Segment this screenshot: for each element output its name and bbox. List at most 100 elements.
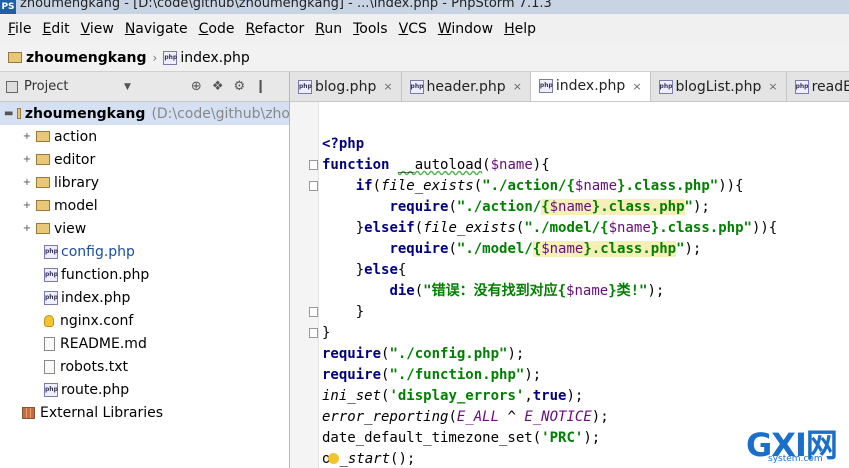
menu-tools[interactable]: Tools	[349, 21, 392, 37]
code-token: }.class.php"	[650, 220, 752, 236]
code-token: $name	[549, 199, 592, 215]
code-token: $name	[566, 283, 609, 299]
tree-folder-action[interactable]: + action	[0, 125, 289, 148]
intention-bulb-icon[interactable]	[328, 452, 340, 464]
code-token: function	[322, 157, 390, 173]
expand-icon[interactable]: +	[22, 200, 32, 211]
menu-vcs[interactable]: VCS	[395, 21, 431, 37]
title-bar: PS zhoumengkang - [D:\code\github\zhoume…	[0, 0, 849, 14]
tree-external-libraries[interactable]: External Libraries	[0, 401, 289, 424]
close-icon[interactable]: ×	[768, 80, 777, 93]
code-token: {	[541, 199, 550, 215]
breadcrumb-separator: ›	[152, 50, 158, 65]
breadcrumb-project[interactable]: zhoumengkang	[26, 50, 147, 66]
tree-folder-editor[interactable]: + editor	[0, 148, 289, 171]
phpstorm-app-icon[interactable]: PS	[0, 0, 16, 14]
tree-file-route-php[interactable]: php route.php	[0, 378, 289, 401]
expand-icon[interactable]: +	[22, 223, 32, 234]
editor-gutter[interactable]	[290, 102, 318, 468]
tree-folder-view[interactable]: + view	[0, 217, 289, 240]
watermark-subtext: system.com	[768, 454, 823, 464]
php-file-icon: php	[44, 267, 58, 282]
code-token: require	[322, 346, 382, 362]
file-name: route.php	[61, 381, 130, 398]
code-token: elseif	[364, 220, 415, 236]
tree-folder-library[interactable]: + library	[0, 171, 289, 194]
tab-readb[interactable]: php readB	[787, 72, 849, 101]
tab-bloglist-php[interactable]: php blogList.php ×	[651, 72, 787, 101]
text-file-icon	[44, 336, 55, 351]
tab-blog-php[interactable]: php blog.php ×	[290, 72, 402, 101]
gear-icon[interactable]: ⚙	[233, 79, 245, 94]
code-token: "./action/	[456, 199, 542, 215]
menu-code[interactable]: Code	[195, 21, 239, 37]
gutter-separator	[318, 102, 319, 468]
folder-icon	[36, 154, 50, 165]
code-token: file_exists	[381, 178, 474, 194]
code-token: "./action/{	[482, 178, 575, 194]
menu-navigate[interactable]: Navigate	[121, 21, 192, 37]
code-text[interactable]: <?php function __autoload($name){ if(fil…	[322, 134, 777, 468]
fold-marker-icon[interactable]	[309, 328, 318, 338]
tree-root-zhoumengkang[interactable]: ▬ zhoumengkang (D:\code\github\zho	[0, 102, 289, 125]
expand-icon[interactable]: +	[22, 131, 32, 142]
tree-file-robots-txt[interactable]: robots.txt	[0, 355, 289, 378]
folder-name: model	[54, 197, 98, 214]
code-token: }.class.php	[591, 199, 685, 215]
tree-file-nginx-conf[interactable]: nginx.conf	[0, 309, 289, 332]
file-name: function.php	[61, 266, 150, 283]
folder-icon	[36, 223, 50, 234]
expand-icon[interactable]: +	[22, 154, 32, 165]
code-token: "./function.php"	[389, 367, 525, 383]
fold-marker-icon[interactable]	[309, 307, 318, 317]
file-name: robots.txt	[60, 358, 128, 375]
fold-marker-icon[interactable]	[309, 181, 318, 191]
tab-label: blogList.php	[675, 78, 762, 95]
locate-icon[interactable]: ⊕	[191, 79, 202, 94]
code-token: _start	[339, 451, 391, 467]
menu-run[interactable]: Run	[311, 21, 346, 37]
close-icon[interactable]: ×	[513, 80, 522, 93]
folder-icon	[8, 52, 22, 63]
chevron-down-icon[interactable]: ▼	[124, 82, 131, 92]
code-token: true	[532, 388, 567, 404]
tab-label: readB	[811, 78, 849, 95]
tree-file-index-php[interactable]: php index.php	[0, 286, 289, 309]
menu-file[interactable]: File	[4, 21, 35, 37]
collapse-arrow-icon[interactable]: ▬	[4, 108, 13, 119]
code-token: {	[532, 241, 542, 257]
code-token: require	[322, 367, 382, 383]
tree-folder-model[interactable]: + model	[0, 194, 289, 217]
collapse-icon[interactable]: ❖	[212, 79, 224, 94]
menu-help[interactable]: Help	[500, 21, 540, 37]
hide-panel-icon[interactable]: ❙	[255, 79, 266, 94]
code-token: else	[364, 262, 398, 278]
menu-view[interactable]: View	[77, 21, 118, 37]
expand-icon[interactable]: +	[22, 177, 32, 188]
tab-index-php[interactable]: php index.php ×	[530, 72, 651, 101]
text-file-icon	[44, 359, 55, 374]
code-token: ini_set	[322, 388, 382, 404]
menu-refactor[interactable]: Refactor	[241, 21, 308, 37]
project-view-label[interactable]: Project	[24, 79, 124, 94]
tab-header-php[interactable]: php header.php ×	[402, 72, 531, 101]
code-token: require	[389, 241, 449, 257]
code-token: }.class.php"	[617, 178, 719, 194]
breadcrumb-file[interactable]: index.php	[180, 50, 249, 66]
fold-marker-icon[interactable]	[309, 160, 318, 170]
tree-file-readme-md[interactable]: README.md	[0, 332, 289, 355]
menu-edit[interactable]: Edit	[38, 21, 73, 37]
close-icon[interactable]: ×	[383, 80, 392, 93]
code-token: E_NOTICE	[524, 409, 592, 425]
folder-name: editor	[54, 151, 96, 168]
close-icon[interactable]: ×	[632, 80, 641, 93]
menu-window[interactable]: Window	[434, 21, 497, 37]
code-editor[interactable]: <?php function __autoload($name){ if(fil…	[290, 102, 849, 468]
tree-file-config-php[interactable]: php config.php	[0, 240, 289, 263]
navigation-bar: zhoumengkang › php index.php	[0, 44, 849, 72]
external-libraries-label: External Libraries	[40, 404, 163, 421]
tab-label: index.php	[555, 78, 626, 94]
tree-file-function-php[interactable]: php function.php	[0, 263, 289, 286]
window-title: zhoumengkang - [D:\code\github\zhoumengk…	[20, 0, 552, 11]
php-file-icon: php	[44, 290, 58, 305]
